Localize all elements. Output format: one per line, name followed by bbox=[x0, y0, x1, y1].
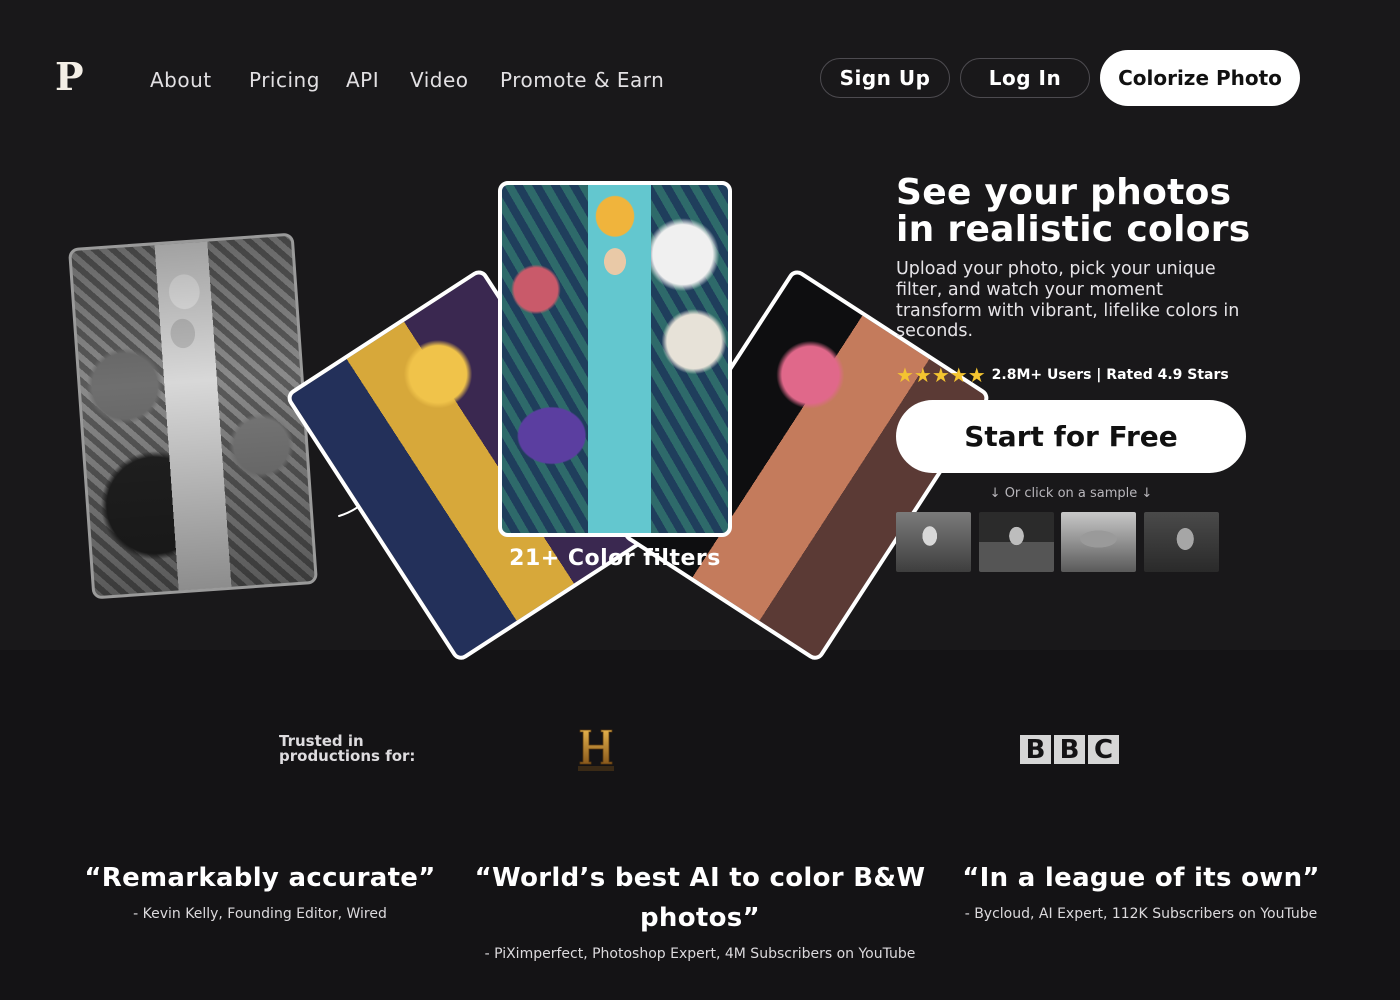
hero-title-line1: See your photos bbox=[896, 172, 1232, 213]
nav-link-promote-earn[interactable]: Promote & Earn bbox=[500, 68, 664, 92]
history-channel-logo-icon bbox=[578, 729, 614, 771]
black-and-white-photo bbox=[67, 232, 319, 600]
bbc-letter-b: B bbox=[1054, 735, 1085, 764]
color-filters-label: 21+ Color filters bbox=[509, 546, 721, 571]
logo[interactable]: P bbox=[55, 58, 84, 96]
colorize-photo-button[interactable]: Colorize Photo bbox=[1100, 50, 1300, 106]
hero-title-line2: in realistic colors bbox=[896, 209, 1251, 250]
quote-author: - Bycloud, AI Expert, 112K Subscribers o… bbox=[964, 906, 1318, 922]
sample-thumbnail-1[interactable] bbox=[896, 512, 971, 572]
quote-text: “Remarkably accurate” bbox=[84, 863, 436, 893]
nav-link-video[interactable]: Video bbox=[410, 68, 469, 92]
quote-author: - Kevin Kelly, Founding Editor, Wired bbox=[133, 906, 387, 922]
quote-text: “World’s best AI to color B&W photos” bbox=[474, 863, 926, 933]
nav-link-api[interactable]: API bbox=[346, 68, 379, 92]
start-for-free-button[interactable]: Start for Free bbox=[896, 400, 1246, 473]
rating: ★★★★★ 2.8M+ Users | Rated 4.9 Stars bbox=[896, 363, 1229, 387]
star-rating-icon: ★★★★★ bbox=[896, 363, 986, 387]
sample-hint: ↓ Or click on a sample ↓ bbox=[989, 486, 1153, 501]
log-in-button[interactable]: Log In bbox=[960, 58, 1090, 98]
quote-author: - PiXimperfect, Photoshop Expert, 4M Sub… bbox=[484, 946, 916, 962]
bbc-letter-c: C bbox=[1088, 735, 1119, 764]
nav-link-about[interactable]: About bbox=[150, 68, 212, 92]
sample-thumbnail-3[interactable] bbox=[1061, 512, 1136, 572]
hero-description: Upload your photo, pick your unique filt… bbox=[896, 259, 1240, 342]
bbc-letter-b: B bbox=[1020, 735, 1051, 764]
bbc-logo: B B C bbox=[1020, 735, 1119, 764]
nav-link-pricing[interactable]: Pricing bbox=[249, 68, 320, 92]
colorized-photo bbox=[498, 181, 732, 537]
sample-thumbnail-2[interactable] bbox=[979, 512, 1054, 572]
quote-text: “In a league of its own” bbox=[962, 863, 1320, 893]
trusted-label-line2: productions for: bbox=[279, 747, 416, 765]
sign-up-button[interactable]: Sign Up bbox=[820, 58, 950, 98]
page: P About Pricing API Video Promote & Earn… bbox=[0, 0, 1400, 1000]
rating-text: 2.8M+ Users | Rated 4.9 Stars bbox=[991, 367, 1229, 383]
hero-title: See your photos in realistic colors bbox=[896, 174, 1316, 248]
sample-thumbnail-4[interactable] bbox=[1144, 512, 1219, 572]
trusted-label: Trusted in productions for: bbox=[279, 734, 415, 764]
